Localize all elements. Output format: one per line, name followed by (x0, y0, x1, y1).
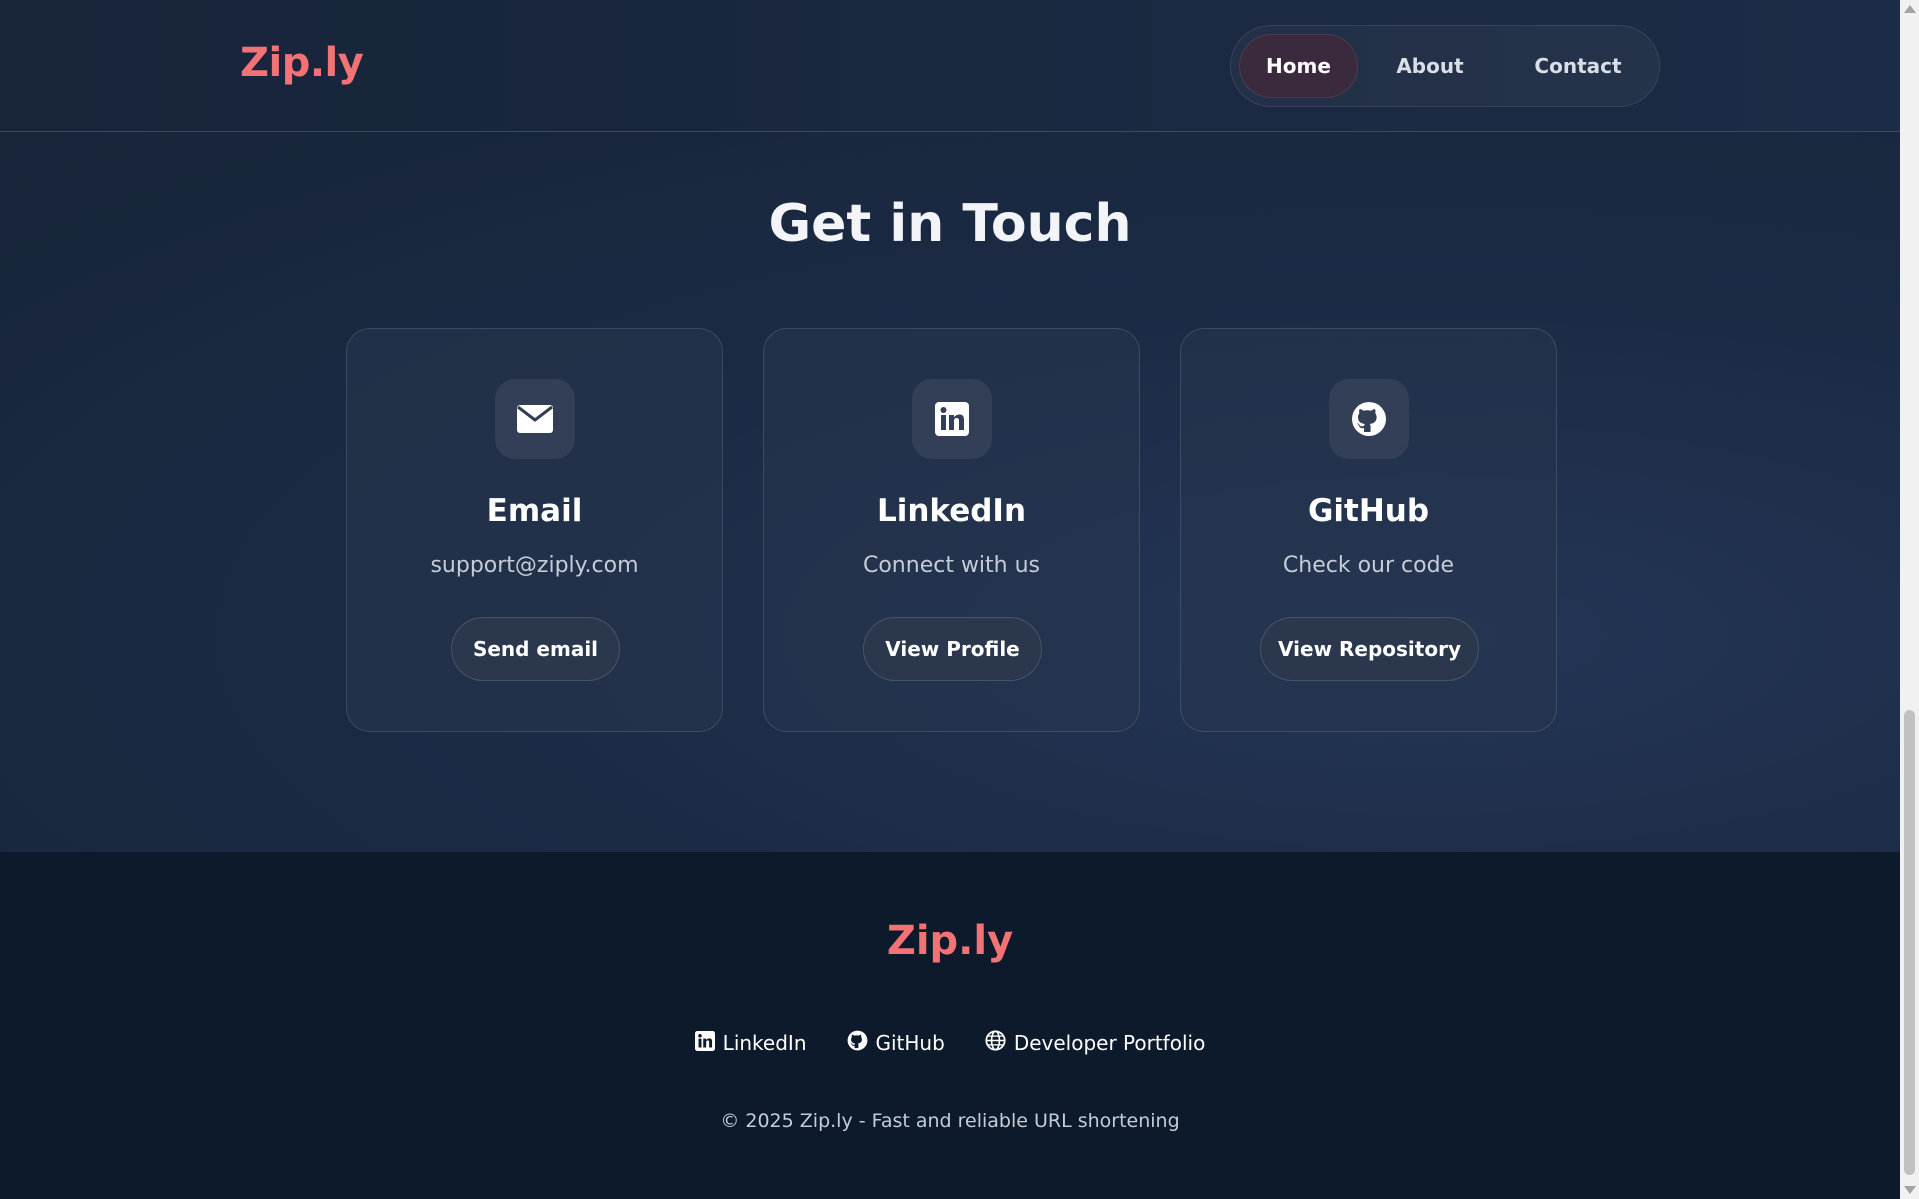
github-icon (1329, 379, 1409, 459)
footer-link-label: LinkedIn (722, 1031, 807, 1055)
section-title: Get in Touch (768, 194, 1132, 254)
contact-section: Get in Touch Email support@ziply.com Sen… (0, 132, 1900, 852)
github-card: GitHub Check our code View Repository (1180, 328, 1557, 732)
scrollbar-thumb[interactable] (1904, 710, 1915, 1175)
linkedin-icon (912, 379, 992, 459)
view-profile-button[interactable]: View Profile (863, 617, 1042, 681)
nav-contact[interactable]: Contact (1503, 35, 1653, 97)
linkedin-icon (694, 1030, 715, 1056)
footer-link-label: GitHub (875, 1031, 945, 1055)
card-text: Connect with us (862, 553, 1041, 578)
card-title: LinkedIn (876, 493, 1027, 529)
card-title: GitHub (1307, 493, 1430, 529)
footer-link-linkedin[interactable]: LinkedIn (694, 1030, 807, 1056)
github-icon (847, 1030, 868, 1056)
email-card: Email support@ziply.com Send email (346, 328, 723, 732)
view-repository-button[interactable]: View Repository (1260, 617, 1479, 681)
nav-home[interactable]: Home (1240, 35, 1357, 97)
footer-link-github[interactable]: GitHub (847, 1030, 945, 1056)
globe-icon (985, 1030, 1006, 1056)
linkedin-card: LinkedIn Connect with us View Profile (763, 328, 1140, 732)
site-logo[interactable]: Zip.ly (240, 40, 364, 86)
nav-about[interactable]: About (1375, 35, 1485, 97)
vertical-scrollbar[interactable] (1900, 0, 1919, 1199)
card-title: Email (486, 493, 583, 529)
footer-link-portfolio[interactable]: Developer Portfolio (985, 1030, 1206, 1056)
card-text: support@ziply.com (430, 553, 639, 578)
site-footer: Zip.ly LinkedIn GitHub Developer Portfol… (0, 852, 1900, 1199)
copyright-text: © 2025 Zip.ly - Fast and reliable URL sh… (720, 1110, 1180, 1132)
envelope-icon (495, 379, 575, 459)
page: Zip.ly Home About Contact Get in Touch E… (0, 0, 1900, 1199)
footer-links: LinkedIn GitHub Developer Portfolio (0, 1030, 1900, 1056)
scroll-up-arrow-icon[interactable] (1904, 5, 1916, 13)
main-nav: Home About Contact (1230, 25, 1660, 107)
scroll-down-arrow-icon[interactable] (1904, 1186, 1916, 1194)
send-email-button[interactable]: Send email (451, 617, 620, 681)
site-header: Zip.ly Home About Contact (0, 0, 1900, 132)
card-text: Check our code (1282, 553, 1455, 578)
footer-link-label: Developer Portfolio (1013, 1031, 1206, 1055)
footer-logo[interactable]: Zip.ly (0, 918, 1900, 964)
